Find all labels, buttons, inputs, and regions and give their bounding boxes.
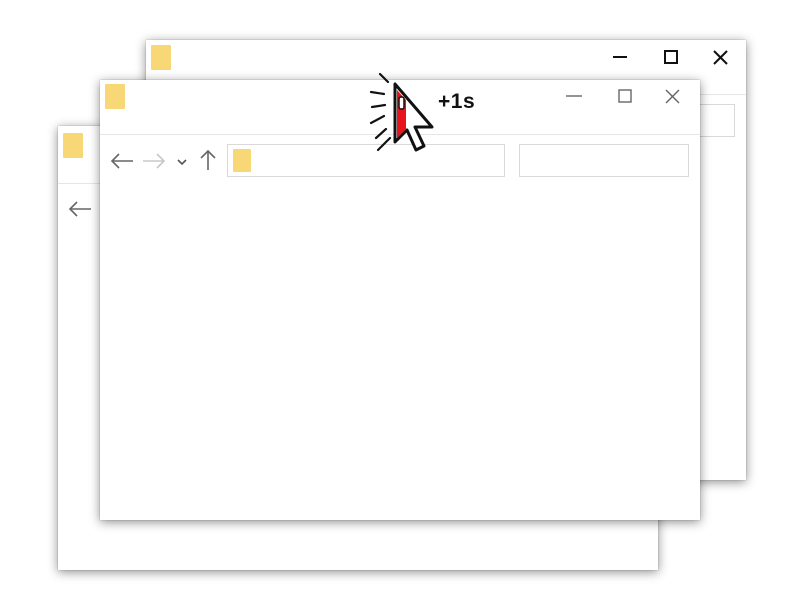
- folder-icon: [233, 149, 251, 172]
- close-icon: [665, 89, 679, 103]
- minimize-icon: [566, 95, 582, 97]
- maximize-button[interactable]: [602, 80, 648, 112]
- mouse-pointer-icon: [366, 72, 438, 156]
- maximize-icon: [618, 89, 632, 103]
- maximize-button[interactable]: [648, 41, 694, 73]
- folder-icon: [63, 133, 83, 158]
- folder-icon: [105, 84, 125, 109]
- search-box[interactable]: [519, 144, 689, 177]
- desktop: +1s: [0, 0, 800, 600]
- chevron-down-icon[interactable]: [176, 157, 188, 167]
- close-button[interactable]: [697, 41, 743, 73]
- minimize-button[interactable]: [597, 41, 643, 73]
- arrow-left-icon[interactable]: [110, 153, 134, 169]
- close-button[interactable]: [649, 80, 695, 112]
- arrow-right-icon[interactable]: [142, 153, 166, 169]
- minimize-button[interactable]: [551, 80, 597, 112]
- close-icon: [712, 49, 728, 65]
- maximize-icon: [664, 50, 678, 64]
- time-bonus-label: +1s: [438, 90, 476, 113]
- folder-icon: [151, 45, 171, 70]
- minimize-icon: [613, 56, 627, 58]
- arrow-left-icon[interactable]: [68, 201, 92, 217]
- arrow-up-icon[interactable]: [199, 149, 217, 171]
